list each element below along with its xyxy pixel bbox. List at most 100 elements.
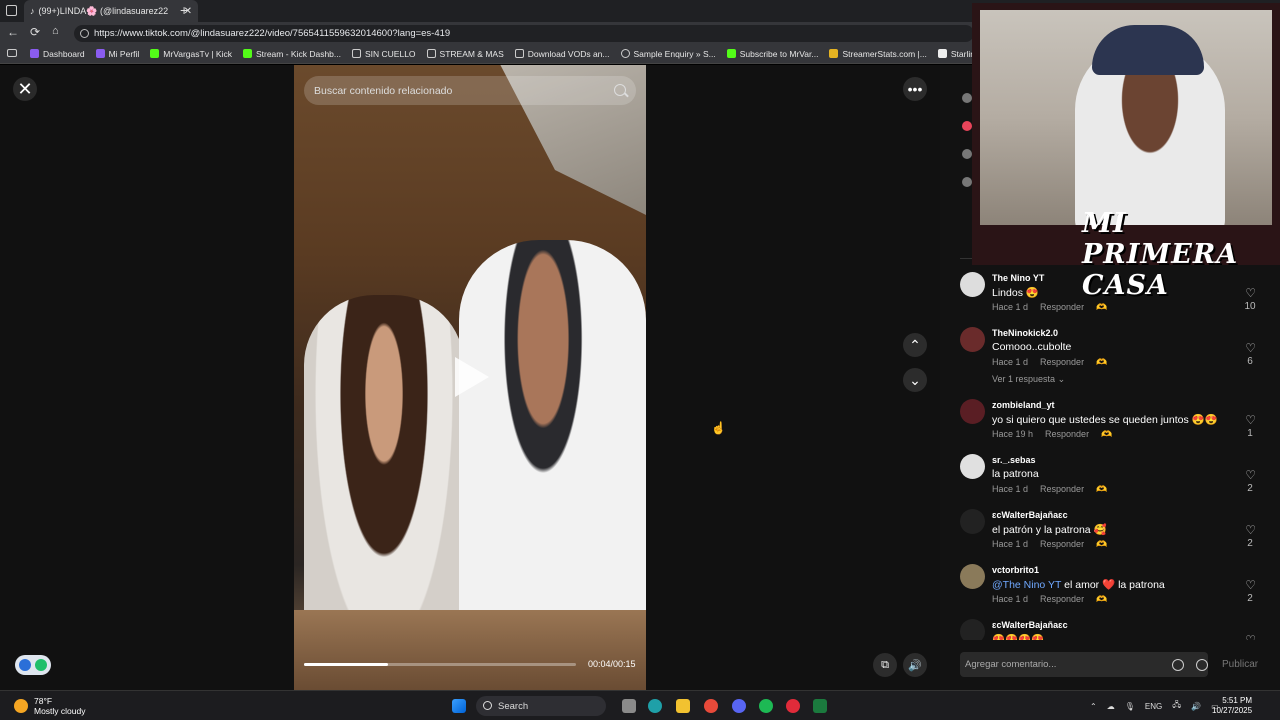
related-search-input[interactable]: Buscar contenido relacionado: [304, 76, 636, 105]
chrome-icon[interactable]: [704, 699, 718, 713]
like-icon[interactable]: ♡: [1245, 578, 1256, 592]
like-icon[interactable]: ♡: [1245, 413, 1256, 427]
bookmark-kick-dashboard[interactable]: Stream - Kick Dashb...: [242, 49, 341, 59]
comment-user[interactable]: TheNinokick2.0: [992, 328, 1058, 338]
like-icon[interactable]: ♡: [1245, 633, 1256, 640]
bookmark-stream-mas[interactable]: STREAM & MAS: [426, 49, 504, 59]
new-tab-button[interactable]: +: [180, 2, 188, 18]
comment-meta: Hace 1 d Responder 🫶: [992, 484, 1107, 495]
like-icon[interactable]: ♡: [1245, 341, 1256, 355]
folder-icon: [426, 49, 436, 58]
like-icon[interactable]: ♡: [1245, 468, 1256, 482]
reply-button[interactable]: Responder: [1040, 302, 1084, 313]
weather-temp: 78°F: [34, 696, 53, 706]
avatar[interactable]: [960, 509, 985, 534]
more-options-button[interactable]: •••: [903, 77, 927, 101]
like-count: 2: [1247, 538, 1253, 549]
volume-button[interactable]: 🔊: [903, 653, 927, 677]
reply-button[interactable]: Responder: [1040, 357, 1084, 368]
avatar[interactable]: [962, 93, 972, 103]
video-player[interactable]: [294, 65, 646, 690]
comment-text: @The Nino YT el amor ❤️ la patrona: [992, 578, 1165, 591]
bookmark-streamerstats[interactable]: StreamerStats.com |...: [829, 49, 927, 59]
comment-user[interactable]: vctorbrito1: [992, 565, 1039, 575]
bookmark-sin-cuello[interactable]: SIN CUELLO: [351, 49, 416, 59]
obs-icon[interactable]: [786, 699, 800, 713]
avatar[interactable]: [960, 619, 985, 640]
taskbar-search[interactable]: Search: [476, 696, 606, 716]
task-view-icon[interactable]: [622, 699, 636, 713]
bookmark-subscribe[interactable]: Subscribe to MrVar...: [726, 48, 819, 59]
comment-user[interactable]: ɛcWalterBajañaɛc: [992, 510, 1068, 520]
bookmark-sample-enquiry[interactable]: Sample Enquiry » S...: [620, 49, 716, 59]
next-video-button[interactable]: ⌄: [903, 368, 927, 392]
reload-icon[interactable]: ⟳: [30, 25, 40, 39]
avatar[interactable]: [960, 327, 985, 352]
system-clock[interactable]: 5:51 PM 10/27/2025: [1212, 696, 1252, 716]
discord-icon[interactable]: [732, 699, 746, 713]
video-progress-bar[interactable]: [304, 663, 576, 666]
url-field[interactable]: https://www.tiktok.com/@lindasuarez222/v…: [74, 25, 974, 42]
chevron-up-icon[interactable]: ⌃: [1090, 702, 1097, 711]
comment-icon[interactable]: [962, 177, 972, 187]
like-icon[interactable]: ♡: [1245, 523, 1256, 537]
bookmark-mi-perfil[interactable]: Mi Perfil: [95, 49, 139, 59]
view-replies-button[interactable]: Ver 1 respuesta ⌄: [992, 374, 1065, 385]
pip-button[interactable]: ⧉: [873, 653, 897, 677]
reply-button[interactable]: Responder: [1045, 429, 1089, 440]
browser-tab[interactable]: ♪ (99+)LINDA🌸 (@lindasuarez22 ✕: [24, 0, 198, 22]
bookmark-label: Download VODs an...: [527, 48, 610, 59]
home-icon[interactable]: ⌂: [52, 25, 59, 37]
previous-video-button[interactable]: ⌃: [903, 333, 927, 357]
network-icon[interactable]: 🖧: [1172, 699, 1181, 713]
webcam-feed: [980, 10, 1272, 225]
tab-actions-icon[interactable]: [6, 5, 17, 16]
url-text: https://www.tiktok.com/@lindasuarez222/v…: [94, 28, 451, 39]
file-explorer-icon[interactable]: [676, 699, 690, 713]
comment-user[interactable]: zombieland_yt: [992, 400, 1055, 410]
reply-button[interactable]: Responder: [1040, 539, 1084, 550]
comment-text: 😍😍😍😍: [992, 634, 1045, 640]
close-button[interactable]: ✕: [13, 77, 37, 101]
comment-user[interactable]: The Nino YT: [992, 273, 1044, 283]
edge-icon[interactable]: [648, 699, 662, 713]
play-icon[interactable]: [455, 357, 489, 397]
language-indicator[interactable]: ENG: [1145, 702, 1162, 711]
comment-user[interactable]: sr._.sebas: [992, 455, 1036, 465]
bookmark-download-vods[interactable]: Download VODs an...: [514, 48, 610, 59]
avatar[interactable]: [960, 454, 985, 479]
extension-toggle[interactable]: [15, 655, 51, 675]
spotify-icon[interactable]: [759, 699, 773, 713]
bookmark-dashboard[interactable]: Dashboard: [30, 49, 85, 59]
emoji-icon[interactable]: [1196, 659, 1208, 671]
avatar[interactable]: [960, 272, 985, 297]
microphone-icon[interactable]: 🎙: [1125, 702, 1135, 711]
like-count: 2: [1247, 483, 1253, 494]
back-icon[interactable]: ←: [7, 25, 19, 39]
comment-mention[interactable]: @The Nino YT: [992, 579, 1061, 591]
comment-user[interactable]: ɛcWalterBajañaɛc: [992, 620, 1068, 630]
bookmark-label: Subscribe to MrVar...: [739, 48, 819, 59]
windows-start-icon[interactable]: [452, 699, 466, 713]
reply-button[interactable]: Responder: [1040, 594, 1084, 605]
weather-widget[interactable]: 78°F Mostly cloudy: [14, 696, 86, 716]
comment-time: Hace 1 d: [992, 302, 1029, 312]
cloud-icon[interactable]: ☁: [1107, 702, 1115, 711]
folder-icon: [514, 49, 524, 58]
bookmark-kick[interactable]: MrVargasTv | Kick: [150, 49, 232, 59]
reply-button[interactable]: Responder: [1040, 484, 1084, 495]
comment-meta: Hace 1 d Responder 🫶: [992, 539, 1107, 550]
avatar[interactable]: [960, 399, 985, 424]
search-icon[interactable]: [614, 84, 626, 96]
site-info-icon[interactable]: [80, 29, 89, 38]
heart-icon[interactable]: [962, 121, 972, 131]
bookmarks-menu-icon[interactable]: [7, 49, 17, 57]
publish-button[interactable]: Publicar: [1222, 659, 1258, 670]
volume-icon[interactable]: 🔊: [1191, 702, 1201, 711]
creator-like-icon: 🫶: [1096, 357, 1108, 367]
mention-icon[interactable]: [1172, 659, 1184, 671]
add-comment-input[interactable]: Agregar comentario...: [960, 652, 1208, 677]
xbox-icon[interactable]: [813, 699, 827, 713]
music-icon[interactable]: [962, 149, 972, 159]
avatar[interactable]: [960, 564, 985, 589]
